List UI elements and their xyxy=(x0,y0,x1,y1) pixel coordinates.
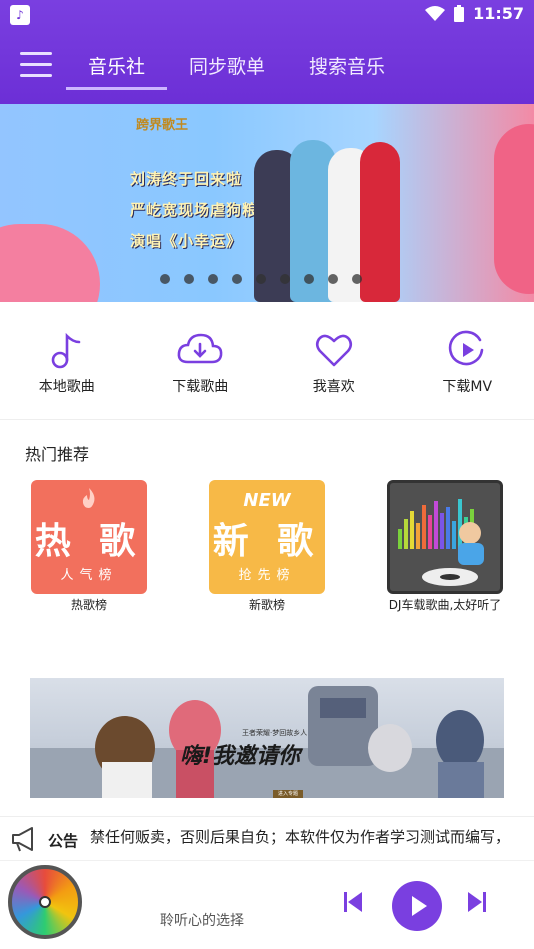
carousel-dot[interactable] xyxy=(328,274,338,284)
decor-blob xyxy=(494,124,534,294)
card-label: 新歌榜 xyxy=(248,598,285,612)
promo-banner[interactable]: 王者荣耀·梦回故乡人 嗨!我邀请你 进入专题 xyxy=(30,678,504,798)
status-right: 11:57 xyxy=(425,4,524,23)
banner-line: 刘涛终于回来啦 xyxy=(130,170,243,188)
app-icon: ♪ xyxy=(10,5,30,25)
cover-tag: NEW xyxy=(243,490,291,511)
flame-icon xyxy=(82,488,95,508)
cover-subtitle: 人气榜 xyxy=(60,568,118,583)
banner-line: 演唱《小幸运》 xyxy=(130,232,243,250)
tab-music-club[interactable]: 音乐社 xyxy=(66,40,168,90)
section-title: 热门推荐 xyxy=(25,445,90,464)
favorites-button[interactable]: 我喜欢 xyxy=(267,302,401,420)
local-songs-button[interactable]: 本地歌曲 xyxy=(0,302,134,420)
hot-songs-cover: 热 歌 人气榜 xyxy=(31,480,147,594)
tab-sync-playlist[interactable]: 同步歌单 xyxy=(167,40,287,90)
menu-line xyxy=(20,63,52,66)
card-label: 热歌榜 xyxy=(70,598,107,612)
cover-subtitle: 抢先榜 xyxy=(238,568,296,583)
player-bar: 聆听心的选择 xyxy=(0,860,534,949)
previous-icon[interactable] xyxy=(343,891,363,913)
quick-label: 下载MV xyxy=(442,379,493,395)
person-figure xyxy=(360,142,400,302)
cover-title: 热 歌 xyxy=(34,521,144,562)
equalizer-dj-image xyxy=(398,499,484,586)
play-icon xyxy=(412,896,427,916)
disc-center xyxy=(39,896,51,908)
new-songs-cover: NEW 新 歌 抢先榜 xyxy=(209,480,325,594)
cover-title: 新 歌 xyxy=(212,521,322,562)
hot-cards: 热 歌 人气榜 热歌榜 NEW 新 歌 抢先榜 新歌榜 DJ车载歌曲,太好听了 xyxy=(0,480,534,620)
menu-line xyxy=(20,74,52,77)
carousel-dot[interactable] xyxy=(208,274,218,284)
album-disc[interactable] xyxy=(8,865,82,939)
next-icon[interactable] xyxy=(467,891,487,913)
menu-icon[interactable] xyxy=(20,52,52,82)
battery-icon xyxy=(454,4,465,22)
notice-label: 公告 xyxy=(48,832,79,850)
app-root: ♪ 11:57 音乐社 同步歌单 搜索音乐 跨界歌王 刘涛终于回来啦 严屹宽现场… xyxy=(0,0,534,949)
promo-title: 嗨!我邀请你 xyxy=(180,744,301,769)
downloaded-songs-button[interactable]: 下载歌曲 xyxy=(134,302,268,420)
download-mv-button[interactable]: 下载MV xyxy=(401,302,534,420)
promo-enter-button[interactable]: 进入专题 xyxy=(273,790,303,798)
new-songs-card[interactable]: NEW 新 歌 抢先榜 新歌榜 xyxy=(209,480,325,620)
carousel-dot[interactable] xyxy=(304,274,314,284)
decor-blob xyxy=(0,224,100,302)
status-time: 11:57 xyxy=(473,4,524,23)
carousel-dot[interactable] xyxy=(160,274,170,284)
cloud-download-icon xyxy=(177,333,223,364)
now-playing-title: 聆听心的选择 xyxy=(160,913,244,929)
banner-logo: 跨界歌王 xyxy=(136,118,189,133)
quick-label: 本地歌曲 xyxy=(38,379,95,395)
dj-cover xyxy=(387,480,503,594)
carousel-dot[interactable] xyxy=(184,274,194,284)
carousel-dot[interactable] xyxy=(280,274,290,284)
carousel-dot[interactable] xyxy=(256,274,266,284)
banner-line: 严屹宽现场虐狗粮 xyxy=(130,201,259,219)
quick-label: 下载歌曲 xyxy=(172,379,229,395)
card-label: DJ车载歌曲,太好听了 xyxy=(388,598,502,612)
notice-text: 禁任何贩卖，否则后果自负；本软件仅为作者学习测试而编写， xyxy=(90,828,511,846)
carousel-dot[interactable] xyxy=(352,274,362,284)
hot-songs-card[interactable]: 热 歌 人气榜 热歌榜 xyxy=(31,480,147,620)
banner-text: 刘涛终于回来啦 严屹宽现场虐狗粮 演唱《小幸运》 xyxy=(130,168,260,261)
menu-line xyxy=(20,52,52,55)
heart-icon xyxy=(315,334,352,367)
dj-songs-card[interactable]: DJ车载歌曲,太好听了 xyxy=(387,480,503,620)
tab-bar: 音乐社 同步歌单 搜索音乐 xyxy=(66,40,407,104)
play-circle-icon xyxy=(449,330,484,366)
carousel-dot[interactable] xyxy=(232,274,242,284)
quick-label: 我喜欢 xyxy=(312,379,355,395)
status-bar: ♪ 11:57 xyxy=(0,0,534,30)
megaphone-icon xyxy=(12,827,33,852)
play-button[interactable] xyxy=(392,881,442,931)
promo-subtitle: 王者荣耀·梦回故乡人 xyxy=(242,729,308,737)
notice-bar: 公告 禁任何贩卖，否则后果自负；本软件仅为作者学习测试而编写， xyxy=(0,816,534,860)
tab-search-music[interactable]: 搜索音乐 xyxy=(287,40,407,90)
music-note-icon xyxy=(51,332,81,369)
wifi-icon xyxy=(425,5,446,21)
banner-carousel[interactable]: 跨界歌王 刘涛终于回来啦 严屹宽现场虐狗粮 演唱《小幸运》 xyxy=(0,104,534,302)
quick-actions: 本地歌曲 下载歌曲 我喜欢 下载MV xyxy=(0,302,534,420)
top-header: ♪ 11:57 音乐社 同步歌单 搜索音乐 xyxy=(0,0,534,104)
carousel-dots xyxy=(160,274,362,284)
